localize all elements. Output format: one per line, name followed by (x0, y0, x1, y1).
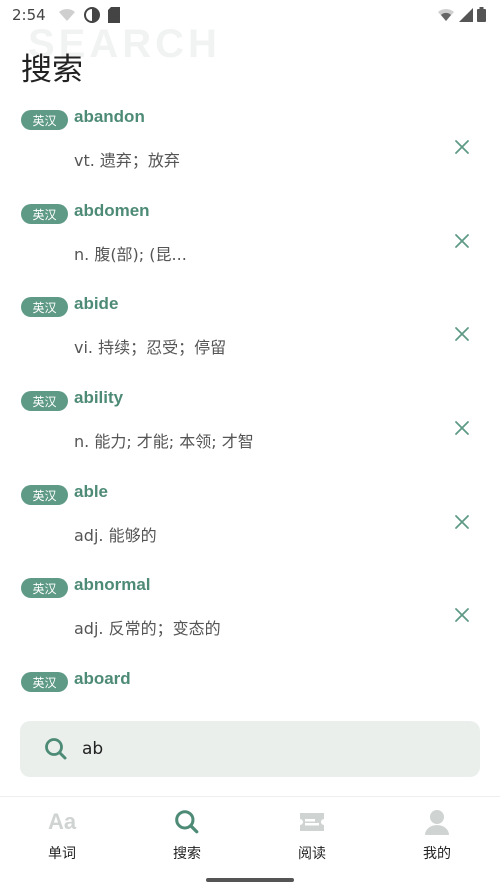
remove-item-button[interactable] (450, 603, 474, 627)
dictionary-badge: 英汉 (21, 204, 68, 224)
person-icon (425, 810, 449, 835)
wifi-icon (437, 7, 455, 26)
search-history-list: 英汉 abandon vt. 遗弃；放弃 英汉 abdomen n. 腹(部);… (0, 96, 500, 701)
signal-icon (459, 7, 473, 26)
list-item[interactable]: 英汉 abide vi. 持续；忍受；停留 (0, 283, 500, 376)
font-aa-icon: Aa (47, 809, 77, 834)
tab-reading[interactable]: 阅读 (272, 807, 352, 867)
word-definition: n. 腹(部); (昆... (74, 245, 187, 264)
dictionary-badge: 英汉 (21, 297, 68, 317)
word-definition: vi. 持续；忍受；停留 (74, 338, 227, 357)
close-icon (455, 140, 469, 154)
close-icon (455, 327, 469, 341)
list-item[interactable]: 英汉 aboard (0, 658, 500, 701)
dictionary-badge: 英汉 (21, 391, 68, 411)
tab-label: 单词 (48, 846, 76, 862)
word-headword[interactable]: ability (74, 388, 123, 408)
remove-item-button[interactable] (450, 322, 474, 346)
remove-item-button[interactable] (450, 416, 474, 440)
word-headword[interactable]: abnormal (74, 575, 151, 595)
tab-profile[interactable]: 我的 (397, 807, 477, 867)
tab-search[interactable]: 搜索 (147, 807, 227, 867)
list-item[interactable]: 英汉 ability n. 能力; 才能; 本领; 才智 (0, 377, 500, 470)
list-item[interactable]: 英汉 abdomen n. 腹(部); (昆... (0, 190, 500, 283)
word-definition: vt. 遗弃；放弃 (74, 151, 180, 170)
word-headword[interactable]: abandon (74, 107, 145, 127)
word-headword[interactable]: able (74, 482, 108, 502)
search-icon (44, 737, 68, 761)
word-definition: n. 能力; 才能; 本领; 才智 (74, 432, 254, 451)
tab-label: 搜索 (173, 846, 201, 862)
close-icon (455, 234, 469, 248)
word-definition: adj. 能够的 (74, 526, 157, 545)
dictionary-badge: 英汉 (21, 110, 68, 130)
remove-item-button[interactable] (450, 510, 474, 534)
search-screen: 2:54 SEARCH 搜索 英汉 abandon vt. 遗弃；放弃 英汉 a… (0, 0, 500, 890)
close-icon (455, 608, 469, 622)
close-icon (455, 421, 469, 435)
tab-label: 阅读 (298, 846, 326, 862)
search-input[interactable] (82, 733, 462, 765)
battery-icon (477, 7, 486, 26)
status-right (437, 7, 486, 26)
search-bar[interactable] (20, 721, 480, 777)
word-definition: adj. 反常的；变态的 (74, 619, 221, 638)
tab-label: 我的 (423, 846, 451, 862)
home-indicator[interactable] (206, 878, 294, 882)
remove-item-button[interactable] (450, 135, 474, 159)
ticket-icon (300, 813, 324, 831)
dictionary-badge: 英汉 (21, 672, 68, 692)
search-icon (175, 810, 199, 834)
word-headword[interactable]: aboard (74, 669, 131, 689)
list-item[interactable]: 英汉 abnormal adj. 反常的；变态的 (0, 564, 500, 657)
word-headword[interactable]: abide (74, 294, 118, 314)
list-item[interactable]: 英汉 abandon vt. 遗弃；放弃 (0, 96, 500, 189)
dictionary-badge: 英汉 (21, 485, 68, 505)
page-title: 搜索 (21, 52, 83, 88)
tab-words[interactable]: Aa 单词 (22, 807, 102, 867)
close-icon (455, 515, 469, 529)
list-item[interactable]: 英汉 able adj. 能够的 (0, 471, 500, 564)
remove-item-button[interactable] (450, 229, 474, 253)
bottom-nav: Aa 单词 搜索 阅读 我的 (0, 796, 500, 890)
dictionary-badge: 英汉 (21, 578, 68, 598)
word-headword[interactable]: abdomen (74, 201, 150, 221)
